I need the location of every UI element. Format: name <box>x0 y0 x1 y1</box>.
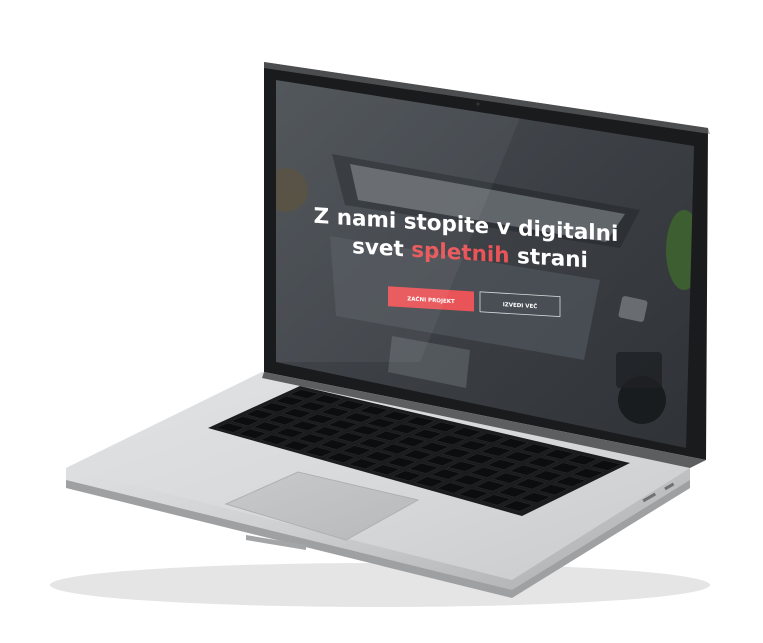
webcam-icon <box>476 102 480 106</box>
laptop-mockup-svg: Z nami stopite v digitalni svet spletnih… <box>50 62 710 607</box>
bg-camera-body <box>616 352 662 388</box>
hero-title-line-2-end: strani <box>510 244 588 274</box>
laptop-mockup-scene: Z nami stopite v digitalni svet spletnih… <box>0 0 763 643</box>
drop-shadow <box>50 563 710 607</box>
